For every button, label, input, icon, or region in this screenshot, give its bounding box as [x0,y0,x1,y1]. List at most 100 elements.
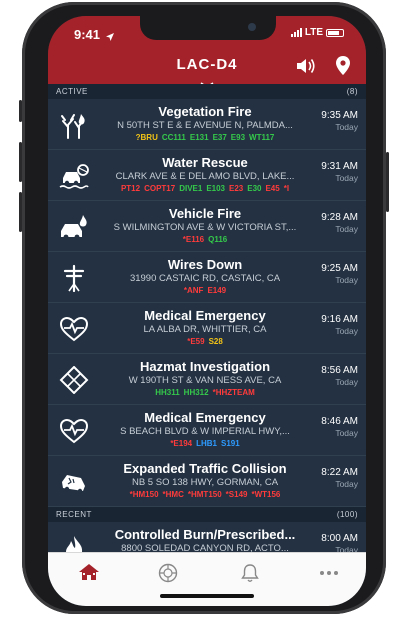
unit-tag: HH311 [155,388,180,397]
car-crash-icon [59,468,89,496]
incident-day: Today [335,173,358,183]
unit-tag: *HMT150 [187,490,222,499]
status-time: 9:41 [74,27,101,42]
unit-tag: PT12 [120,184,141,193]
incident-title: Medical Emergency [144,410,266,425]
location-arrow-icon [106,28,114,46]
tab-more[interactable] [318,563,342,583]
section-header-recent: RECENT (100) [48,507,366,522]
unit-tag: S191 [221,439,240,448]
power-button [386,152,389,212]
screen: 9:41 LTE LAC-D4 ACTIVE (8) Vegetation Fi… [48,16,366,606]
incident-day: Today [335,326,358,336]
unit-tag: *HMC [162,490,184,499]
unit-tag: *I [283,184,290,193]
tab-home[interactable] [78,563,102,583]
incident-title: Controlled Burn/Prescribed... [114,527,296,542]
unit-tag: DIVE1 [179,184,203,193]
unit-list: *ANF E149 [100,286,310,295]
tab-alerts[interactable] [240,563,264,583]
incident-row[interactable]: Expanded Traffic Collision NB 5 SO 138 HW… [48,456,366,507]
incident-title: Vehicle Fire [168,206,242,221]
unit-tag: E149 [207,286,227,295]
bell-icon [241,564,259,582]
incident-row[interactable]: Vegetation Fire N 50TH ST E & E AVENUE N,… [48,99,366,150]
incident-row[interactable]: Wires Down 31990 CASTAIC RD, CASTAIC, CA 9… [48,252,366,303]
incident-address: N 50TH ST E & E AVENUE N, PALMDA... [117,120,293,131]
unit-list: HH311 HH312 *HHZTEAM [100,388,310,397]
unit-tag: *E59 [187,337,205,346]
incident-row[interactable]: Hazmat Investigation W 190TH ST & VAN NES… [48,354,366,405]
unit-tag: WT117 [249,133,275,142]
power-pole-icon [59,264,89,293]
status-indicators: LTE [290,27,344,38]
unit-tag: *E194 [170,439,193,448]
front-camera [248,23,256,31]
battery-icon [326,28,344,37]
nav-title[interactable]: LAC-D4 [48,56,366,73]
unit-tag: E93 [230,133,246,142]
home-indicator [160,594,254,598]
map-pin-icon[interactable] [336,56,350,80]
incident-time: 9:31 AM [321,161,358,172]
incident-time: 8:56 AM [321,365,358,376]
incident-row[interactable]: Vehicle Fire S WILMINGTON AVE & W VICTORI… [48,201,366,252]
unit-tag: E30 [247,184,262,193]
incident-title: Medical Emergency [144,308,266,323]
incident-time: 8:22 AM [321,467,358,478]
incident-day: Today [335,224,358,234]
tab-stations[interactable] [158,563,182,583]
unit-tag: COPT17 [144,184,176,193]
incident-time: 9:35 AM [321,110,358,121]
unit-tag: E37 [212,133,227,142]
more-icon [320,571,338,575]
badge-icon [158,563,178,583]
incident-address: CLARK AVE & E DEL AMO BLVD, LAKE... [115,171,295,182]
incident-day: Today [335,122,358,132]
incident-time: 8:46 AM [321,416,358,427]
unit-tag: *HM150 [129,490,159,499]
unit-list: PT12 COPT17 DIVE1 E103 E23 E30 E45 *I [100,184,310,193]
tree-fire-icon [59,111,89,139]
incident-address: LA ALBA DR, WHITTIER, CA [143,324,267,335]
unit-tag: E131 [189,133,209,142]
network-label: LTE [304,27,323,38]
unit-tag: CC111 [161,133,186,142]
incident-day: Today [335,377,358,387]
car-fire-icon [59,213,89,241]
heartbeat-icon [59,315,89,343]
unit-tag: HH312 [183,388,209,397]
incident-title: Water Rescue [162,155,248,170]
unit-tag: *S149 [225,490,248,499]
unit-list: *E194 LHB1 S191 [100,439,310,448]
unit-tag: *E116 [182,235,205,244]
incident-time: 8:00 AM [321,533,358,544]
unit-tag: ?BRU [135,133,158,142]
incident-title: Hazmat Investigation [139,359,271,374]
unit-list: *E59 S28 [100,337,310,346]
unit-tag: S28 [208,337,223,346]
incident-row[interactable]: Water Rescue CLARK AVE & E DEL AMO BLVD, … [48,150,366,201]
section-label: ACTIVE [56,87,88,96]
incident-address: W 190TH ST & VAN NESS AVE, CA [128,375,282,386]
unit-tag: LHB1 [196,439,217,448]
unit-tag: *ANF [183,286,204,295]
volume-down-button [19,192,22,232]
unit-tag: E45 [265,184,280,193]
heartbeat-icon [59,417,89,445]
hazmat-diamond-icon [59,365,89,395]
speaker-icon[interactable] [296,57,316,80]
incident-title: Vegetation Fire [158,104,252,119]
nav-bar: LAC-D4 [48,48,366,88]
section-header-active: ACTIVE (8) [48,84,366,99]
unit-tag: E23 [229,184,244,193]
incident-day: Today [335,479,358,489]
unit-tag: E103 [206,184,225,193]
unit-tag: *WT156 [251,490,281,499]
incident-address: S WILMINGTON AVE & W VICTORIA ST,... [113,222,297,233]
incident-row[interactable]: Medical Emergency S BEACH BLVD & W IMPERI… [48,405,366,456]
incident-row[interactable]: Medical Emergency LA ALBA DR, WHITTIER, C… [48,303,366,354]
unit-list: *E116 Q116 [100,235,310,244]
home-icon [79,564,99,580]
unit-tag: *HHZTEAM [212,388,255,397]
